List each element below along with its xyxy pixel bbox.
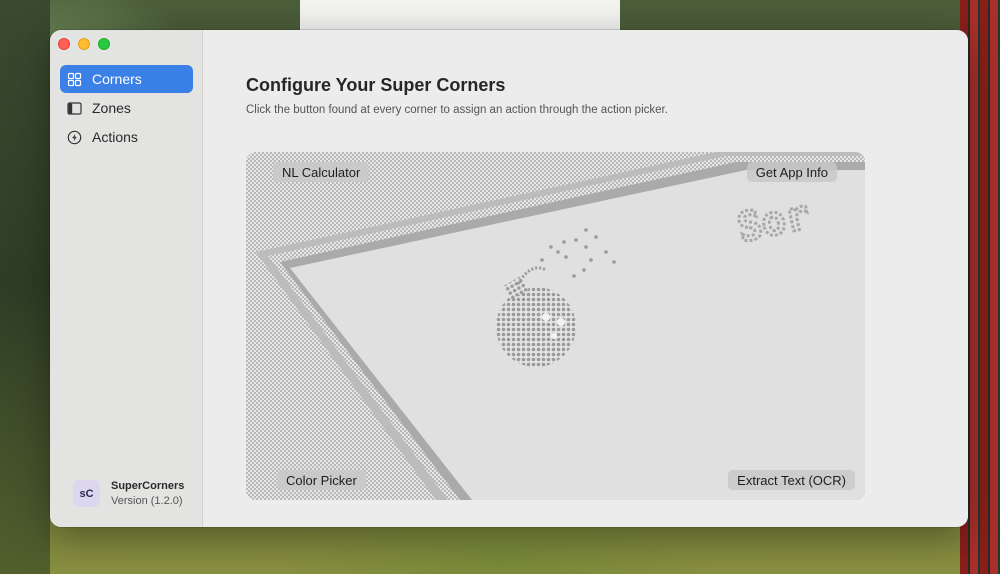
corner-button-top-left[interactable]: NL Calculator: [273, 162, 370, 182]
sidebar-nav: Corners Zones Actions: [60, 65, 193, 152]
sidebar-item-label: Actions: [92, 129, 138, 145]
app-info: sC SuperCorners Version (1.2.0): [73, 480, 184, 507]
bolt-icon: [67, 130, 82, 145]
minimize-window-button[interactable]: [78, 38, 90, 50]
sidebar: Corners Zones Actions sC SuperCorners Ve…: [50, 30, 203, 527]
close-window-button[interactable]: [58, 38, 70, 50]
sidebar-item-actions[interactable]: Actions: [60, 123, 193, 151]
corner-button-top-right[interactable]: Get App Info: [746, 162, 837, 182]
corner-button-bottom-left[interactable]: Color Picker: [277, 470, 366, 490]
corners-preview: Sor NL Calculator Get App Info Color Pic…: [246, 152, 865, 500]
sidebar-item-label: Corners: [92, 71, 142, 87]
corner-button-bottom-right[interactable]: Extract Text (OCR): [728, 470, 855, 490]
grid-icon: [67, 72, 82, 87]
sidebar-layout-icon: [67, 101, 82, 116]
page-subtitle: Click the button found at every corner t…: [246, 104, 668, 116]
app-name: SuperCorners: [111, 480, 185, 492]
desktop-wallpaper-foliage: [0, 0, 50, 574]
app-version: Version (1.2.0): [111, 495, 183, 507]
sidebar-item-zones[interactable]: Zones: [60, 94, 193, 122]
app-logo: sC: [73, 480, 100, 507]
sidebar-item-label: Zones: [92, 100, 131, 116]
sidebar-item-corners[interactable]: Corners: [60, 65, 193, 93]
desktop-wallpaper-sky: [300, 0, 620, 30]
window-controls: [58, 38, 110, 50]
app-window: Corners Zones Actions sC SuperCorners Ve…: [50, 30, 968, 527]
page-title: Configure Your Super Corners: [246, 75, 506, 95]
zoom-window-button[interactable]: [98, 38, 110, 50]
preview-artwork: Sor: [246, 152, 865, 500]
main-content: Configure Your Super Corners Click the b…: [204, 30, 968, 527]
